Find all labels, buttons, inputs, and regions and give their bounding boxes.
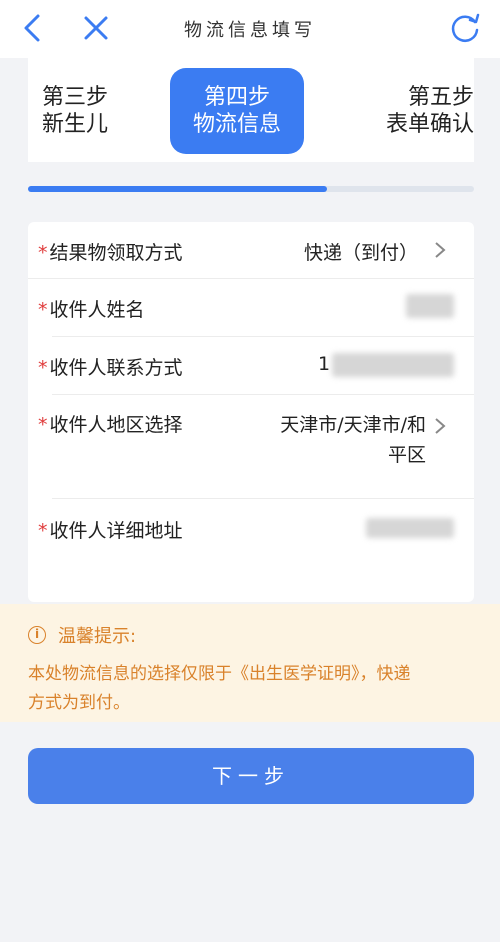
recipient-name-value-blurred[interactable] [406, 294, 454, 318]
next-step-button[interactable]: 下一步 [28, 748, 474, 804]
step-title: 第四步 [203, 85, 270, 110]
step-subtitle: 新生儿 [42, 112, 109, 137]
step-4-active[interactable]: 第四步 物流信息 [170, 68, 304, 154]
step-3[interactable]: 第三步 新生儿 [28, 68, 132, 154]
required-mark: * [38, 242, 48, 264]
recipient-address-label: * 收件人详细地址 [38, 520, 183, 542]
step-title: 第三步 [42, 85, 109, 110]
recipient-name-row[interactable]: * 收件人姓名 [28, 278, 474, 336]
step-subtitle: 表单确认 [385, 112, 474, 137]
recipient-phone-label: * 收件人联系方式 [38, 357, 183, 379]
refresh-icon[interactable] [448, 10, 482, 46]
pickup-method-value: 快递（到付） [303, 242, 418, 264]
progress-bar [28, 186, 474, 192]
tip-header: i 温馨提示: [28, 622, 136, 648]
page-title: 物流信息填写 [184, 20, 316, 41]
tip-body-line: 本处物流信息的选择仅限于《出生医学证明》，快递 [28, 664, 411, 684]
recipient-phone-prefix: 1 [318, 353, 331, 375]
chevron-right-icon [434, 240, 446, 260]
nav-bar: 物流信息填写 [0, 0, 500, 58]
step-indicator: 第三步 新生儿 第四步 物流信息 第五步 表单确认 [28, 58, 474, 162]
recipient-region-value: 天津市/天津市/和 平区 [280, 414, 426, 466]
pickup-method-label: * 结果物领取方式 [38, 242, 183, 264]
chevron-right-icon [434, 416, 446, 436]
recipient-phone-row[interactable]: * 收件人联系方式 1 [28, 336, 474, 394]
tip-title: 温馨提示: [58, 626, 137, 647]
pickup-method-row[interactable]: * 结果物领取方式 快递（到付） [28, 222, 474, 278]
step-title: 第五步 [407, 85, 474, 110]
recipient-name-label: * 收件人姓名 [38, 299, 145, 321]
info-icon: i [28, 626, 46, 644]
step-subtitle: 物流信息 [192, 112, 281, 137]
warm-tip-banner: i 温馨提示: 本处物流信息的选择仅限于《出生医学证明》，快递 方式为到付。 [0, 604, 500, 722]
progress-fill [28, 186, 327, 192]
recipient-address-row[interactable]: * 收件人详细地址 [28, 498, 474, 602]
recipient-region-label: * 收件人地区选择 [38, 414, 183, 436]
recipient-phone-value-blurred[interactable] [332, 353, 454, 377]
logistics-form: * 结果物领取方式 快递（到付） * 收件人姓名 * 收件人联系方式 1 * 收件人地区… [28, 222, 474, 602]
tip-body: 本处物流信息的选择仅限于《出生医学证明》，快递 方式为到付。 [28, 660, 468, 718]
recipient-region-row[interactable]: * 收件人地区选择 天津市/天津市/和 平区 [28, 394, 474, 498]
tip-body-line: 方式为到付。 [28, 693, 130, 713]
recipient-address-value-blurred[interactable] [366, 518, 454, 538]
step-5[interactable]: 第五步 表单确认 [358, 68, 474, 154]
